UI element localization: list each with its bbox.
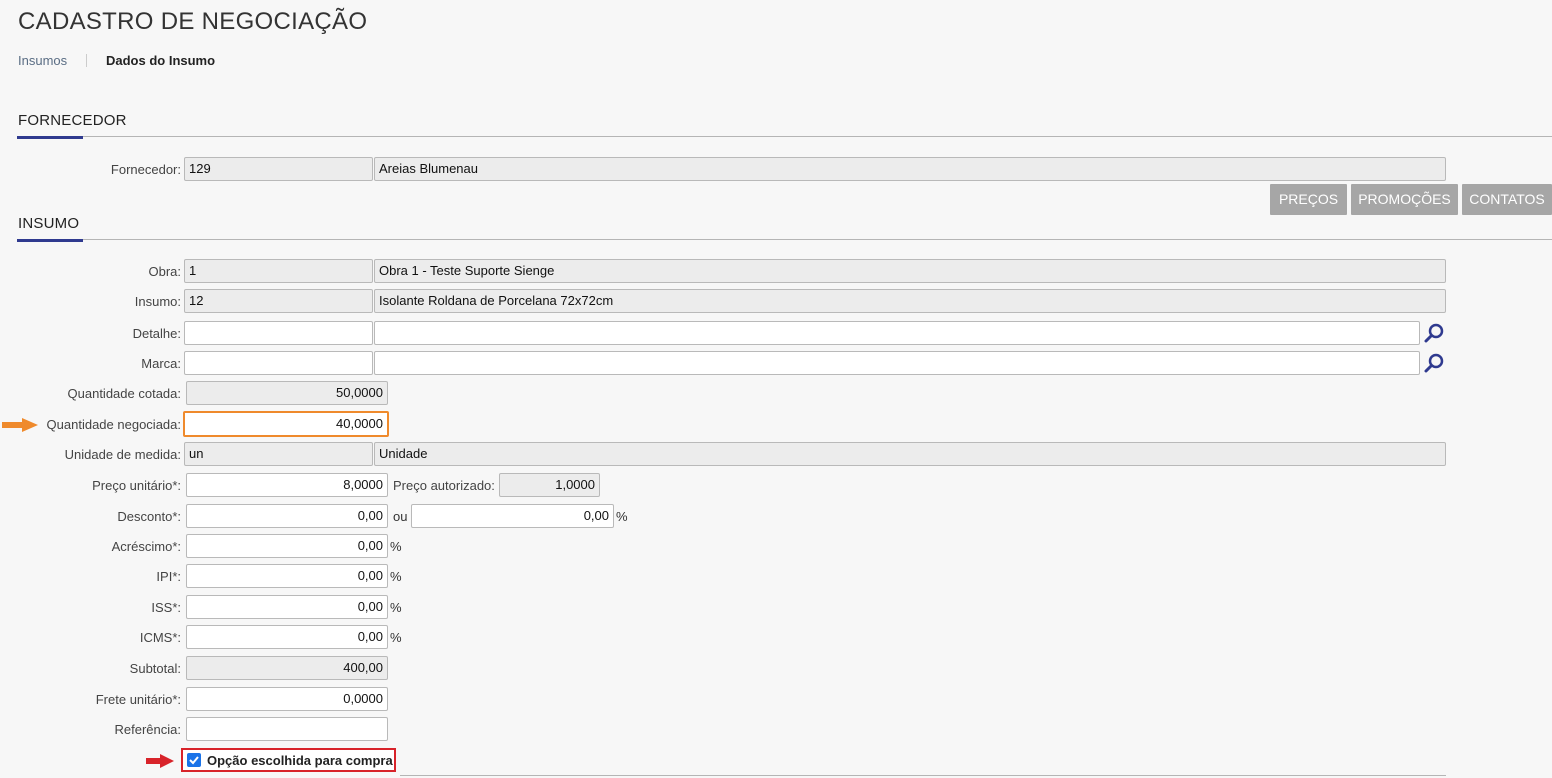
search-icon[interactable] [1422, 321, 1446, 345]
detalhe-label: Detalhe: [132, 326, 181, 341]
breadcrumb-current: Dados do Insumo [106, 53, 216, 68]
quantidade-negociada-label: Quantidade negociada: [46, 417, 181, 432]
contatos-button[interactable]: CONTATOS [1462, 184, 1552, 215]
unidade-label: Unidade de medida: [64, 447, 181, 462]
section-title-insumo: INSUMO [18, 215, 80, 232]
marca-label: Marca: [141, 356, 181, 371]
percent-suffix: % [390, 600, 402, 615]
preco-unitario-field[interactable]: 8,0000 [186, 473, 388, 497]
section-accent [17, 136, 83, 139]
acrescimo-label: Acréscimo*: [111, 539, 181, 554]
precos-button[interactable]: PREÇOS [1270, 184, 1347, 215]
desconto-value-field[interactable]: 0,00 [186, 504, 388, 528]
preco-autorizado-label: Preço autorizado: [393, 478, 495, 493]
page-title: CADASTRO DE NEGOCIAÇÃO [18, 8, 368, 35]
quantidade-cotada-label: Quantidade cotada: [67, 386, 181, 401]
acrescimo-field[interactable]: 0,00 [186, 534, 388, 558]
promocoes-button[interactable]: PROMOÇÕES [1351, 184, 1458, 215]
fornecedor-label: Fornecedor: [110, 162, 181, 177]
percent-suffix: % [616, 509, 628, 524]
quantidade-cotada-field[interactable]: 50,0000 [186, 381, 388, 405]
iss-field[interactable]: 0,00 [186, 595, 388, 619]
marca-code-field[interactable] [184, 351, 373, 375]
opcao-escolhida-label: Opção escolhida para compra [207, 752, 393, 768]
opcao-escolhida-checkbox-row[interactable]: Opção escolhida para compra [181, 748, 396, 772]
referencia-label: Referência: [114, 722, 181, 737]
obra-label: Obra: [148, 264, 181, 279]
detalhe-name-field[interactable] [374, 321, 1420, 345]
fornecedor-name-field[interactable]: Areias Blumenau [374, 157, 1446, 181]
subtotal-label: Subtotal: [129, 661, 181, 676]
percent-suffix: % [390, 539, 402, 554]
referencia-field[interactable] [186, 717, 388, 741]
preco-autorizado-field[interactable]: 1,0000 [499, 473, 600, 497]
desconto-label: Desconto*: [117, 509, 181, 524]
marca-name-field[interactable] [374, 351, 1420, 375]
icms-label: ICMS*: [139, 630, 181, 645]
percent-suffix: % [390, 630, 402, 645]
fornecedor-code-field[interactable]: 129 [184, 157, 373, 181]
detalhe-code-field[interactable] [184, 321, 373, 345]
percent-suffix: % [390, 569, 402, 584]
desconto-percent-field[interactable]: 0,00 [411, 504, 614, 528]
section-divider [17, 136, 1552, 137]
unidade-name-field[interactable]: Unidade [374, 442, 1446, 466]
obra-code-field[interactable]: 1 [184, 259, 373, 283]
insumo-code-field[interactable]: 12 [184, 289, 373, 313]
insumo-name-field[interactable]: Isolante Roldana de Porcelana 72x72cm [374, 289, 1446, 313]
breadcrumb-insumos[interactable]: Insumos [18, 53, 67, 68]
unidade-code-field[interactable]: un [184, 442, 373, 466]
red-arrow-icon [146, 754, 174, 771]
section-accent [17, 239, 83, 242]
ipi-field[interactable]: 0,00 [186, 564, 388, 588]
section-divider [17, 239, 1552, 240]
desconto-ou-label: ou [393, 509, 408, 524]
frete-field[interactable]: 0,0000 [186, 687, 388, 711]
insumo-label: Insumo: [134, 294, 181, 309]
ipi-label: IPI*: [156, 569, 181, 584]
quantidade-negociada-field[interactable]: 40,0000 [183, 411, 389, 437]
section-title-fornecedor: FORNECEDOR [18, 112, 127, 129]
icms-field[interactable]: 0,00 [186, 625, 388, 649]
obra-name-field[interactable]: Obra 1 - Teste Suporte Sienge [374, 259, 1446, 283]
search-icon[interactable] [1422, 351, 1446, 375]
checkbox-checked-icon[interactable] [187, 753, 201, 767]
iss-label: ISS*: [151, 600, 181, 615]
preco-unitario-label: Preço unitário*: [92, 478, 181, 493]
breadcrumb-separator [86, 54, 87, 67]
frete-label: Frete unitário*: [95, 692, 181, 707]
bottom-divider [400, 775, 1446, 776]
subtotal-field[interactable]: 400,00 [186, 656, 388, 680]
